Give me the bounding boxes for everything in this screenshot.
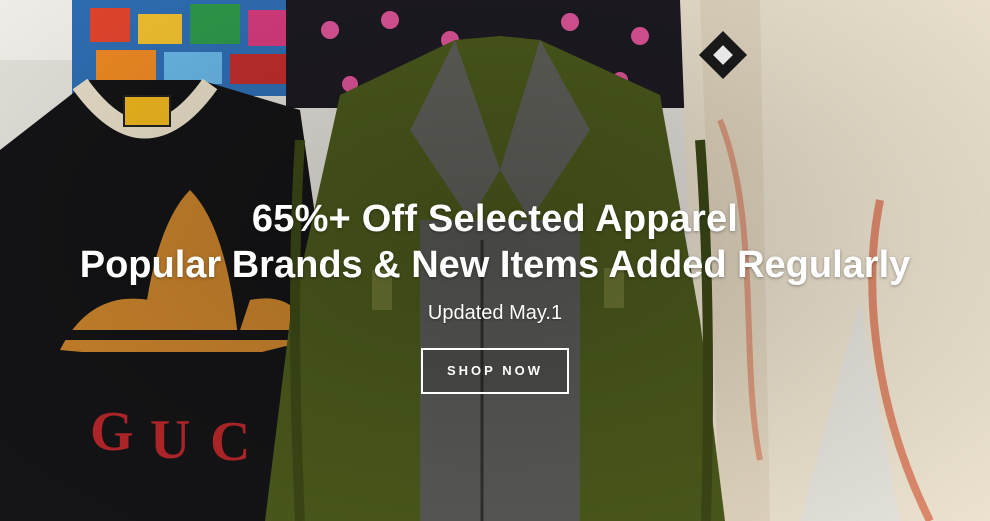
- updated-date-text: Updated May.1: [427, 302, 563, 324]
- hero-headline: 65%+ Off Selected Apparel: [251, 198, 739, 240]
- shop-now-button[interactable]: SHOP NOW: [421, 348, 569, 394]
- hero-banner[interactable]: G U C 65%+ Off Selected Apparel Popular …: [0, 0, 990, 521]
- hero-content: 65%+ Off Selected Apparel Popular Brands…: [0, 196, 990, 394]
- hero-subheadline: Popular Brands & New Items Added Regular…: [79, 244, 911, 286]
